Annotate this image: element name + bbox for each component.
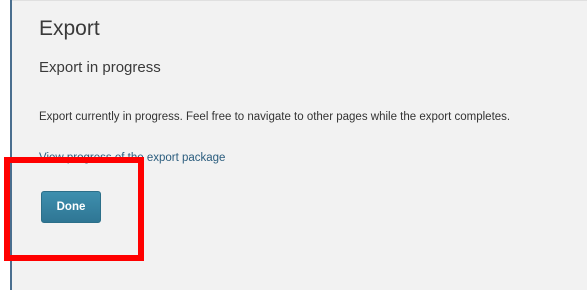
view-progress-link[interactable]: View progress of the export package — [39, 152, 225, 164]
export-dialog: Export Export in progress Export current… — [12, 0, 587, 290]
export-screen: Export Export in progress Export current… — [0, 0, 587, 290]
dialog-subtitle: Export in progress — [39, 59, 161, 76]
export-message: Export currently in progress. Feel free … — [39, 111, 511, 123]
dialog-title: Export — [39, 17, 100, 40]
done-button[interactable]: Done — [41, 191, 101, 223]
